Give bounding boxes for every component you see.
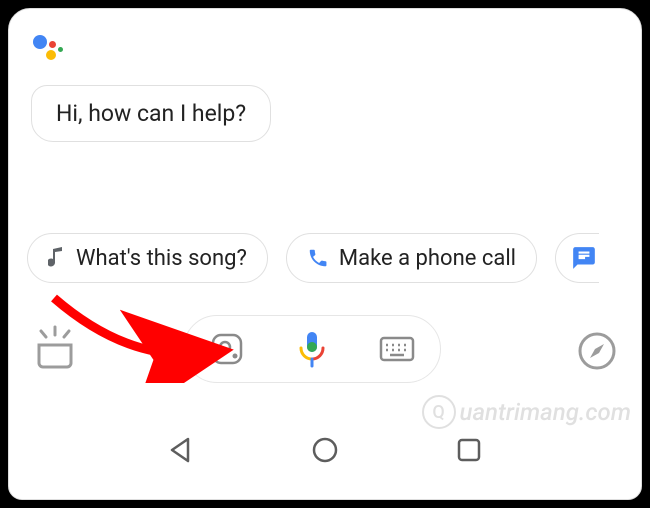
lens-button[interactable] [202,324,252,374]
suggestion-chip-song[interactable]: What's this song? [27,233,268,283]
suggestion-chip-more[interactable] [555,233,599,283]
mic-button[interactable] [287,324,337,374]
chat-icon [571,245,597,271]
screen-spark-icon [33,325,77,369]
screen-context-button[interactable] [29,321,81,373]
watermark: Q uantrimang.com [422,395,631,429]
chip-label: What's this song? [76,246,247,271]
mic-icon [297,330,327,368]
assistant-panel: Hi, how can I help? What's this song? Ma… [8,8,642,500]
compass-icon [577,331,617,371]
home-icon [310,435,340,465]
watermark-text: uantrimang.com [460,398,631,426]
recents-icon [456,437,482,463]
phone-icon [307,247,329,269]
assistant-logo-icon [33,33,69,69]
nav-back-button[interactable] [159,428,203,472]
watermark-q-icon: Q [422,395,456,429]
suggestion-chip-row: What's this song? Make a phone call [27,233,642,283]
nav-recents-button[interactable] [447,428,491,472]
explore-button[interactable] [573,327,621,375]
nav-home-button[interactable] [303,428,347,472]
suggestion-chip-call[interactable]: Make a phone call [286,233,537,283]
assistant-greeting-text: Hi, how can I help? [56,100,246,127]
keyboard-icon [379,336,415,362]
back-icon [166,435,196,465]
assistant-greeting-bubble: Hi, how can I help? [31,85,271,142]
lens-icon [210,332,244,366]
input-mode-pill [183,315,441,383]
music-note-icon [48,247,66,269]
chip-label: Make a phone call [339,246,516,271]
keyboard-button[interactable] [372,324,422,374]
